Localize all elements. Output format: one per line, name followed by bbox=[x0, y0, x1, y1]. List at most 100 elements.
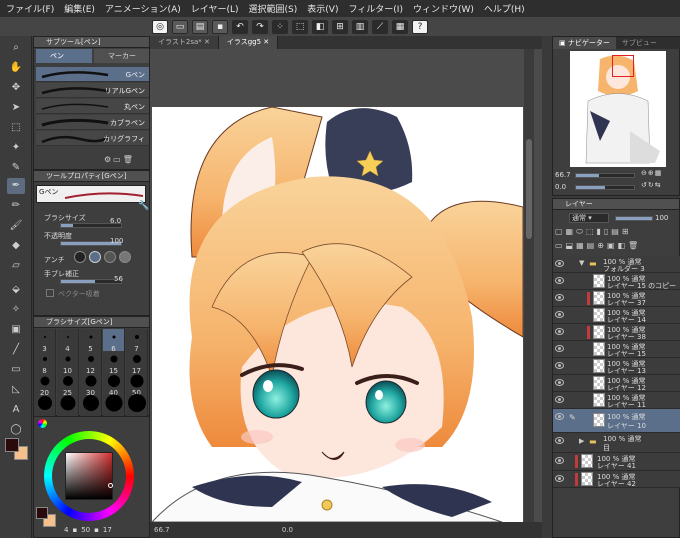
layer-row-folder[interactable]: ▼ ▬ 100 % 通常 フォルダー 3 bbox=[553, 256, 680, 273]
brush-size-cell[interactable] bbox=[126, 394, 148, 417]
visibility-eye-icon[interactable] bbox=[555, 362, 564, 369]
visibility-eye-icon[interactable] bbox=[555, 294, 564, 301]
operation-tool-icon[interactable]: ➤ bbox=[7, 100, 25, 116]
eyedropper-tool-icon[interactable]: ✎ bbox=[7, 160, 25, 176]
fill-tool-icon[interactable]: ⬙ bbox=[7, 282, 25, 298]
artwork-canvas[interactable] bbox=[152, 107, 523, 522]
menu-file[interactable]: ファイル(F) bbox=[6, 2, 54, 15]
layer-toolbar-1[interactable]: ▢▦⬭⬚▮▯▤⊞ bbox=[555, 227, 679, 239]
canvas-viewport[interactable] bbox=[150, 49, 542, 522]
brush-size-cell[interactable] bbox=[34, 395, 56, 417]
layer-row[interactable]: 100 % 通常 レイヤー 42 bbox=[553, 471, 680, 488]
layer-row[interactable]: 100 % 通常 レイヤー 41 bbox=[553, 453, 680, 471]
snap-ruler-icon[interactable]: ⟋ bbox=[372, 19, 388, 34]
undo-icon[interactable]: ↶ bbox=[232, 19, 248, 34]
brush-size-cell[interactable] bbox=[80, 395, 102, 417]
navigator-thumbnail[interactable] bbox=[570, 51, 666, 167]
expand-icon[interactable]: ▼ bbox=[579, 259, 584, 267]
tab-subview[interactable]: サブビュー bbox=[616, 37, 663, 49]
invert-selection-icon[interactable]: ◧ bbox=[312, 19, 328, 34]
balloon-tool-icon[interactable]: ◯ bbox=[7, 422, 25, 438]
eraser-tool-icon[interactable]: ▱ bbox=[7, 258, 25, 274]
select-tool-icon[interactable]: ⬚ bbox=[7, 120, 25, 136]
pencil-tool-icon[interactable]: ✏ bbox=[7, 198, 25, 214]
airbrush-tool-icon[interactable]: ◆ bbox=[7, 238, 25, 254]
clip-studio-icon[interactable]: ◎ bbox=[152, 19, 168, 34]
brush-item-maru-pen[interactable]: 丸ペン bbox=[36, 99, 149, 114]
move-tool-icon[interactable]: ✥ bbox=[7, 80, 25, 96]
brush-size-cell[interactable] bbox=[103, 394, 125, 417]
brush-size-cell[interactable] bbox=[57, 395, 79, 417]
blend-mode-select[interactable]: 通常 ▾ bbox=[569, 213, 609, 223]
menu-selection[interactable]: 選択範囲(S) bbox=[249, 2, 298, 15]
saturation-value-square[interactable] bbox=[65, 452, 113, 500]
snap-grid-icon[interactable]: ▦ bbox=[392, 19, 408, 34]
help-icon[interactable]: ? bbox=[412, 19, 428, 34]
layer-row[interactable]: 100 % 通常 レイヤー 38 bbox=[553, 324, 680, 341]
navigator-zoom-value[interactable]: 66.7 bbox=[555, 171, 571, 179]
layer-row[interactable]: 100 % 通常 レイヤー 11 bbox=[553, 392, 680, 409]
hand-tool-icon[interactable]: ✋ bbox=[7, 60, 25, 76]
text-tool-icon[interactable]: A bbox=[7, 402, 25, 418]
navigator-angle-slider[interactable] bbox=[575, 185, 635, 190]
visibility-eye-icon[interactable] bbox=[555, 311, 564, 318]
color-swatches-small[interactable] bbox=[36, 507, 58, 529]
canvas-zoom[interactable]: 66.7 bbox=[154, 526, 170, 534]
gradient-tool-icon[interactable]: ▣ bbox=[7, 322, 25, 338]
open-icon[interactable]: ▤ bbox=[192, 19, 208, 34]
figure-tool-icon[interactable]: ╱ bbox=[7, 342, 25, 358]
menu-filter[interactable]: フィルター(I) bbox=[348, 2, 403, 15]
tab-marker[interactable]: マーカー bbox=[94, 49, 149, 63]
layer-opacity-slider[interactable] bbox=[615, 216, 653, 221]
brush-item-kabura-pen[interactable]: カブラペン bbox=[36, 115, 149, 130]
layer-row-selected[interactable]: ✎ 100 % 通常 レイヤー 10 bbox=[553, 409, 680, 433]
visibility-eye-icon[interactable] bbox=[555, 437, 564, 444]
color-picker-handle[interactable] bbox=[108, 483, 113, 488]
visibility-eye-icon[interactable] bbox=[555, 413, 564, 420]
clear-icon[interactable]: ⊞ bbox=[332, 19, 348, 34]
layer-row-folder[interactable]: ▶ ▬ 100 % 通常 目 bbox=[553, 433, 680, 453]
layer-row[interactable]: 100 % 通常 レイヤー 15 のコピー bbox=[553, 273, 680, 290]
menu-layer[interactable]: レイヤー(L) bbox=[191, 2, 239, 15]
tab-illust-2[interactable]: イラスgg5 ✕ bbox=[218, 36, 279, 49]
save-icon[interactable]: ▪ bbox=[212, 19, 228, 34]
visibility-eye-icon[interactable] bbox=[555, 396, 564, 403]
main-color-swatch[interactable] bbox=[5, 438, 19, 452]
menu-window[interactable]: ウィンドウ(W) bbox=[413, 2, 474, 15]
subtool-actions[interactable]: ⚙▭🗑 bbox=[104, 155, 148, 167]
blend-tool-icon[interactable]: ✧ bbox=[7, 302, 25, 318]
layer-row[interactable]: 100 % 通常 レイヤー 15 bbox=[553, 341, 680, 358]
color-swatches[interactable] bbox=[3, 438, 29, 460]
ruler-tool-icon[interactable]: ◺ bbox=[7, 382, 25, 398]
vector-snap-checkbox[interactable] bbox=[46, 289, 54, 297]
layer-row[interactable]: 100 % 通常 レイヤー 14 bbox=[553, 307, 680, 324]
layer-toolbar-2[interactable]: ▭⬓▦▤⊕▣◧🗑 bbox=[555, 241, 679, 253]
navigator-rotate-buttons[interactable]: ↺↻⇆ bbox=[641, 181, 662, 189]
tab-pen[interactable]: ペン bbox=[36, 49, 92, 63]
brush-item-real-gpen[interactable]: リアルGペン bbox=[36, 83, 149, 98]
layer-row[interactable]: 100 % 通常 レイヤー 13 bbox=[553, 358, 680, 375]
navigator-angle-value[interactable]: 0.0 bbox=[555, 183, 566, 191]
pen-tool-icon[interactable]: ✒ bbox=[7, 178, 25, 194]
visibility-eye-icon[interactable] bbox=[555, 328, 564, 335]
frame-tool-icon[interactable]: ▭ bbox=[7, 362, 25, 378]
redo-icon[interactable]: ↷ bbox=[252, 19, 268, 34]
antialias-options[interactable] bbox=[74, 251, 144, 265]
tab-illust-1[interactable]: イラスト2sa* ✕ bbox=[150, 36, 219, 49]
tab-navigator[interactable]: ▣ ナビゲーター bbox=[553, 37, 616, 49]
brush-item-gpen[interactable]: Gペン bbox=[36, 67, 149, 82]
visibility-eye-icon[interactable] bbox=[555, 260, 564, 267]
lasso-tool-icon[interactable]: ✦ bbox=[7, 140, 25, 156]
transform-icon[interactable]: ⁘ bbox=[272, 19, 288, 34]
brush-item-calligraphy[interactable]: カリグラフィ bbox=[36, 131, 149, 146]
zoom-tool-icon[interactable]: ⌕ bbox=[7, 40, 25, 56]
visibility-eye-icon[interactable] bbox=[555, 475, 564, 482]
menu-animation[interactable]: アニメーション(A) bbox=[105, 2, 181, 15]
new-file-icon[interactable]: ▭ bbox=[172, 19, 188, 34]
canvas-angle[interactable]: 0.0 bbox=[282, 526, 293, 534]
menu-edit[interactable]: 編集(E) bbox=[64, 2, 95, 15]
stabilize-slider[interactable] bbox=[60, 279, 122, 284]
layer-row[interactable]: 100 % 通常 レイヤー 37 bbox=[553, 290, 680, 307]
wrench-icon[interactable]: 🔧 bbox=[138, 201, 149, 211]
visibility-eye-icon[interactable] bbox=[555, 457, 564, 464]
